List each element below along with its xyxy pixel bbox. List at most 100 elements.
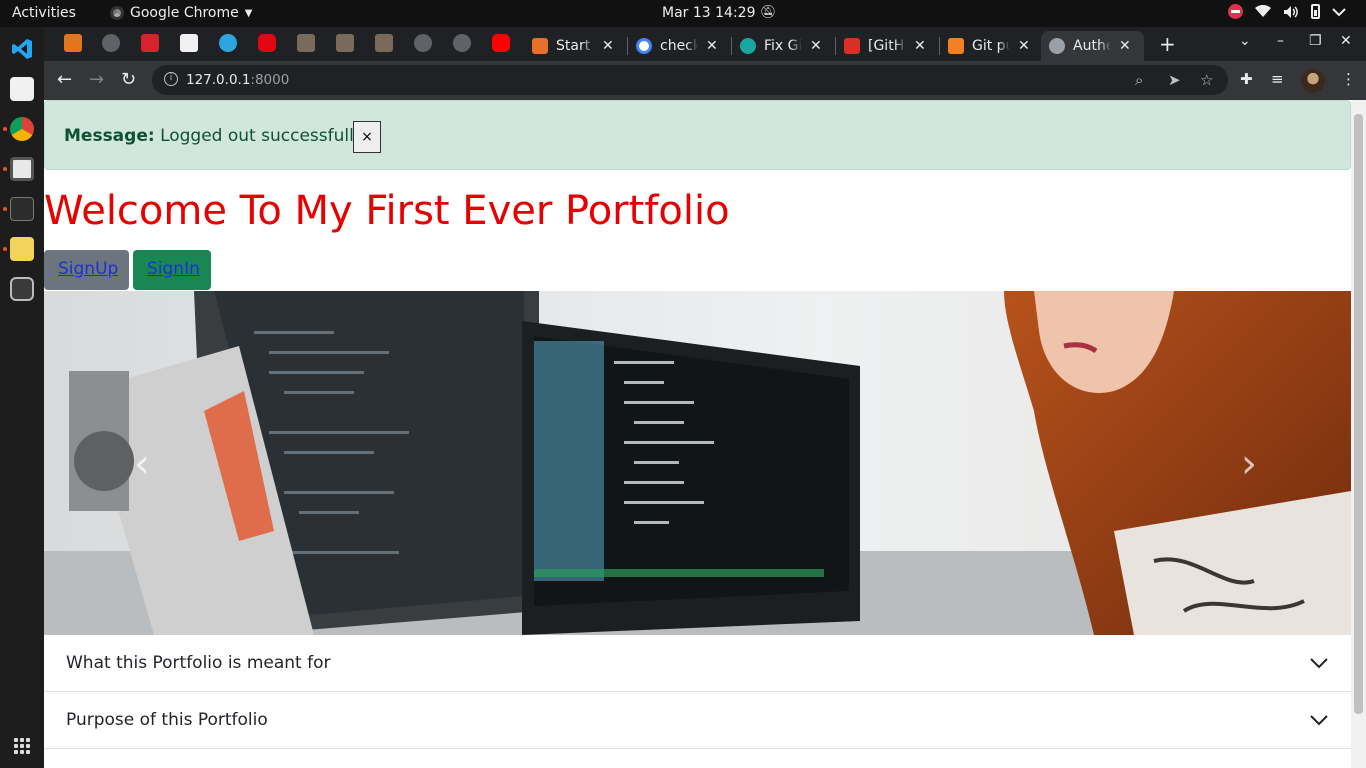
- close-icon[interactable]: ✕: [914, 38, 926, 54]
- accordion-item[interactable]: Purpose of this Portfolio: [44, 692, 1351, 749]
- show-applications-icon[interactable]: [14, 738, 30, 754]
- running-indicator: [3, 167, 7, 171]
- accordion-label: What this Portfolio is meant for: [66, 653, 331, 673]
- cc-icon[interactable]: [297, 34, 315, 52]
- do-not-disturb-icon: [1228, 4, 1243, 19]
- wifi-icon: [1255, 5, 1271, 17]
- files-icon[interactable]: [10, 157, 34, 181]
- send-icon[interactable]: ➤: [1168, 71, 1181, 89]
- bookmark-star-icon[interactable]: ☆: [1200, 71, 1213, 89]
- page-title: Welcome To My First Ever Portfolio: [44, 188, 730, 234]
- scrollbar-thumb[interactable]: [1354, 114, 1363, 714]
- text-editor-icon[interactable]: [10, 77, 34, 101]
- clock[interactable]: Mar 13 14:29: [662, 5, 755, 21]
- reload-icon[interactable]: ↻: [121, 69, 136, 90]
- stackoverflow-icon: [948, 38, 964, 54]
- chevron-down-icon: [1310, 715, 1328, 726]
- browser-toolbar: ← → ↻ i 127.0.0.1:8000 ⌕ ➤ ☆ ✚ ≡ ⋮: [44, 61, 1366, 100]
- tab-check[interactable]: check ✕: [628, 31, 726, 61]
- close-icon[interactable]: ✕: [1018, 38, 1030, 54]
- tab-strip: Start u ✕ check ✕ Fix Gi ✕ [GitH ✕ Git p…: [44, 27, 1366, 61]
- zoom-icon[interactable]: ⌕: [1135, 71, 1143, 89]
- page-scrollbar[interactable]: [1351, 100, 1366, 768]
- activities-button[interactable]: Activities: [12, 5, 76, 21]
- cc-icon[interactable]: [375, 34, 393, 52]
- notifications-off-icon: 🔕︎: [760, 5, 777, 20]
- system-top-bar: Activities Google Chrome ▼ Mar 13 14:29 …: [0, 0, 1366, 27]
- battery-icon: [1311, 4, 1320, 19]
- tab-title: check: [660, 38, 698, 54]
- carousel-prev-button[interactable]: ‹: [134, 441, 150, 487]
- accordion-label: Purpose of this Portfolio: [66, 710, 268, 730]
- tab-title: Fix Gi: [764, 38, 802, 54]
- cc-icon[interactable]: [336, 34, 354, 52]
- url-text[interactable]: 127.0.0.1:8000: [186, 72, 289, 88]
- running-indicator: [3, 207, 7, 211]
- volume-icon: [1284, 5, 1298, 18]
- close-icon[interactable]: ✕: [810, 38, 822, 54]
- close-icon[interactable]: ✕: [706, 38, 718, 54]
- chevron-down-icon: [1310, 658, 1328, 669]
- tab-title: Git pu: [972, 38, 1010, 54]
- address-bar[interactable]: i 127.0.0.1:8000 ⌕ ➤ ☆: [152, 65, 1228, 95]
- alert-close-button[interactable]: ×: [353, 121, 381, 153]
- restore-icon[interactable]: ❐: [1309, 33, 1322, 49]
- notion-icon[interactable]: [141, 34, 159, 52]
- running-indicator: [3, 127, 7, 131]
- github-icon[interactable]: [414, 34, 432, 52]
- tab-fix-git[interactable]: Fix Gi ✕: [732, 31, 830, 61]
- tab-title: Start u: [556, 38, 594, 54]
- tab-github-mail[interactable]: [GitH ✕: [836, 31, 934, 61]
- media-control-icon[interactable]: ≡: [1271, 70, 1284, 88]
- app-menu[interactable]: Google Chrome ▼: [110, 5, 252, 21]
- ubuntu-dock: [0, 27, 44, 768]
- alert-label: Message:: [64, 126, 155, 146]
- tab-title: Authe: [1073, 38, 1111, 54]
- system-tray[interactable]: [1228, 4, 1346, 19]
- close-icon[interactable]: ✕: [602, 38, 614, 54]
- back-icon[interactable]: ←: [57, 69, 72, 90]
- app-name: Google Chrome: [130, 5, 239, 21]
- tab-title: [GitH: [868, 38, 905, 54]
- new-tab-button[interactable]: +: [1159, 32, 1176, 56]
- accordion-item[interactable]: What this Portfolio is meant for: [44, 635, 1351, 692]
- signin-button[interactable]: SignIn: [133, 250, 211, 290]
- github-icon[interactable]: [102, 34, 120, 52]
- minimize-icon[interactable]: –: [1277, 33, 1284, 49]
- tab-auth-active[interactable]: Authe ✕: [1041, 31, 1144, 61]
- metamask-icon[interactable]: [64, 34, 82, 52]
- alert-text: Logged out successfully...: [160, 126, 378, 146]
- site-info-icon[interactable]: i: [164, 72, 178, 86]
- tab-git-push[interactable]: Git pu ✕: [940, 31, 1038, 61]
- gmail-icon: [844, 38, 860, 54]
- tab-search-icon[interactable]: ⌄: [1239, 33, 1251, 49]
- youtube-icon[interactable]: [492, 34, 510, 52]
- telegram-icon[interactable]: [219, 34, 237, 52]
- chart-icon[interactable]: [180, 34, 198, 52]
- eye-icon: [740, 38, 756, 54]
- boxes-icon: [532, 38, 548, 54]
- alert-message: Message: Logged out successfully...: [64, 126, 378, 146]
- carousel-next-button[interactable]: ›: [1241, 441, 1257, 487]
- hero-carousel: ‹ ›: [44, 291, 1351, 635]
- extensions-icon[interactable]: ✚: [1240, 70, 1253, 88]
- running-indicator: [3, 247, 7, 251]
- tab-start[interactable]: Start u ✕: [524, 31, 622, 61]
- kebab-menu-icon[interactable]: ⋮: [1341, 70, 1356, 88]
- chevron-down-icon: ▼: [244, 7, 253, 19]
- chrome-icon: [110, 6, 124, 20]
- carousel-image: [44, 291, 1351, 635]
- search-icon[interactable]: [10, 277, 34, 301]
- power-menu-icon: [1332, 7, 1346, 16]
- sticky-notes-icon[interactable]: [10, 237, 34, 261]
- profile-avatar[interactable]: [1301, 69, 1325, 93]
- chrome-icon[interactable]: [10, 117, 34, 141]
- oracle-icon[interactable]: [258, 34, 276, 52]
- vscode-icon[interactable]: [10, 37, 34, 61]
- github-icon[interactable]: [453, 34, 471, 52]
- close-icon[interactable]: ✕: [1119, 38, 1131, 54]
- terminal-icon[interactable]: [10, 197, 34, 221]
- forward-icon[interactable]: →: [89, 69, 104, 90]
- signup-button[interactable]: SignUp: [44, 250, 129, 290]
- close-window-icon[interactable]: ✕: [1340, 33, 1352, 49]
